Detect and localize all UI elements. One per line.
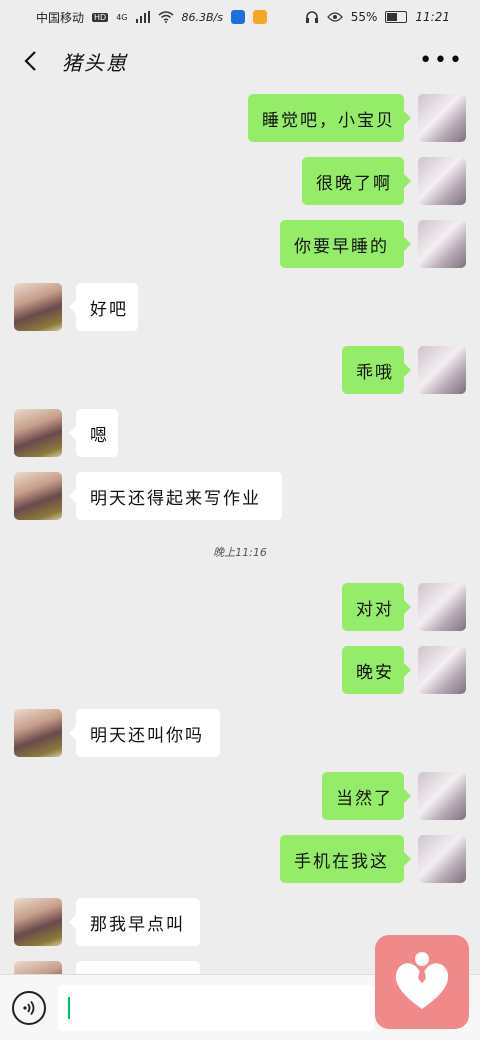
- my-avatar[interactable]: [418, 583, 466, 631]
- status-right: 55% 11:21: [305, 10, 450, 24]
- contact-avatar[interactable]: [14, 961, 62, 974]
- message-bubble[interactable]: [76, 961, 200, 974]
- time-separator: 晚上11:16: [213, 546, 267, 559]
- network-type: 4G: [116, 12, 128, 22]
- message-bubble[interactable]: 好吧: [69, 283, 138, 331]
- back-button[interactable]: [16, 47, 44, 75]
- hd-badge: HD: [92, 12, 109, 22]
- signal-icon: [135, 11, 150, 23]
- contact-avatar[interactable]: [14, 898, 62, 946]
- message-bubble[interactable]: 明天还叫你吗: [69, 709, 220, 757]
- contact-avatar[interactable]: [14, 409, 62, 457]
- message-bubble[interactable]: 睡觉吧，小宝贝: [248, 94, 411, 142]
- my-avatar[interactable]: [418, 646, 466, 694]
- more-button[interactable]: •••: [419, 50, 464, 72]
- voice-button[interactable]: [12, 991, 46, 1025]
- battery-fill: [387, 13, 397, 21]
- contact-avatar[interactable]: [14, 709, 62, 757]
- battery-icon: [385, 11, 408, 23]
- status-bar: 中国移动 HD 4G 86.3B/s 55% 11:21: [0, 0, 480, 34]
- message-bubble[interactable]: 手机在我这: [280, 835, 411, 883]
- app-notification-icon: [230, 10, 245, 24]
- contact-avatar[interactable]: [14, 472, 62, 520]
- network-speed: 86.3B/s: [181, 10, 223, 24]
- message-list[interactable]: 睡觉吧，小宝贝很晚了啊你要早睡的好吧乖哦嗯明天还得起来写作业晚上11:16 对对晚…: [0, 88, 480, 974]
- carrier-label: 中国移动: [36, 10, 85, 25]
- app-notification-icon-2: [252, 10, 267, 24]
- voice-icon: [23, 1000, 35, 1016]
- my-avatar[interactable]: [418, 835, 466, 883]
- message-bubble[interactable]: 嗯: [69, 409, 118, 457]
- chat-title: 猪头崽: [62, 50, 128, 75]
- message-bubble[interactable]: 对对: [342, 583, 411, 631]
- text-caret: [68, 997, 70, 1019]
- clock: 11:21: [415, 10, 450, 24]
- headphones-icon: [305, 11, 318, 23]
- message-input[interactable]: [58, 985, 374, 1031]
- my-avatar[interactable]: [418, 157, 466, 205]
- message-bubble[interactable]: 明天还得起来写作业: [69, 472, 282, 520]
- contact-avatar[interactable]: [14, 283, 62, 331]
- battery-percent: 55%: [350, 10, 378, 24]
- message-bubble[interactable]: 乖哦: [342, 346, 411, 394]
- message-bubble[interactable]: 你要早睡的: [280, 220, 411, 268]
- heart-person-icon: [395, 952, 449, 1009]
- wifi-icon: [158, 11, 173, 23]
- my-avatar[interactable]: [418, 94, 466, 142]
- message-bubble[interactable]: 很晚了啊: [302, 157, 411, 205]
- eye-icon: [326, 12, 343, 22]
- my-avatar[interactable]: [418, 346, 466, 394]
- status-left: 中国移动 HD 4G 86.3B/s: [36, 9, 267, 26]
- floating-widget[interactable]: [375, 935, 469, 1029]
- nav-bar: 猪头崽 •••: [0, 34, 480, 88]
- message-bubble[interactable]: 晚安: [342, 646, 411, 694]
- more-dots-icon: •••: [419, 48, 464, 73]
- message-bubble[interactable]: 那我早点叫: [69, 898, 200, 946]
- message-bubble[interactable]: 当然了: [322, 772, 411, 820]
- my-avatar[interactable]: [418, 220, 466, 268]
- chevron-left-icon: [24, 51, 36, 71]
- my-avatar[interactable]: [418, 772, 466, 820]
